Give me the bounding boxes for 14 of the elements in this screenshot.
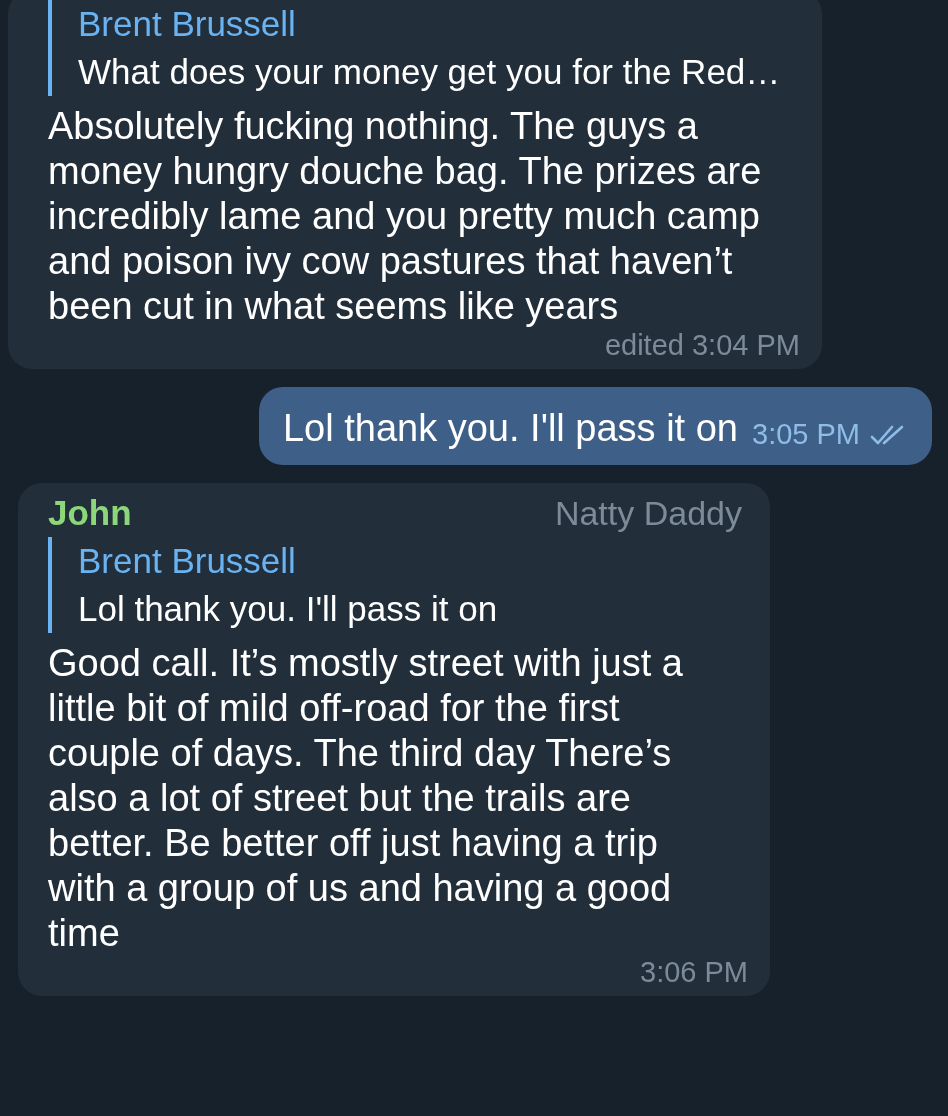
- message-text: Absolutely fucking nothing. The guys a money hungry douche bag. The prizes are incredibly lame and you pretty much camp and poison ivy cow pastures that haven’t been cut in what seems like years: [48, 104, 763, 329]
- reply-quote[interactable]: Brent Brussell Lol thank you. I'll pass it on: [48, 537, 748, 633]
- message-time: 3:05 PM: [752, 418, 860, 451]
- message-time: edited 3:04 PM: [604, 329, 800, 361]
- reply-quote[interactable]: Brent Brussell What does your money get you for the Red…: [48, 0, 800, 96]
- reply-text: Lol thank you. I'll pass it on: [78, 588, 498, 630]
- message-text: Lol thank you. I'll pass it on: [282, 406, 738, 451]
- message-text: Good call. It’s mostly street with just a little bit of mild off-road for the first couple of days. The third day There’s also a lot of street but the trails are better. Be better off just having a trip with a group of us and having a good time: [48, 641, 684, 956]
- message-time: 3:06 PM: [640, 956, 748, 988]
- reply-text: What does your money get you for the Red…: [78, 51, 781, 93]
- sender-name[interactable]: John: [48, 493, 132, 533]
- reply-author: Brent Brussell: [78, 540, 296, 582]
- reply-author: Brent Brussell: [78, 3, 296, 45]
- sender-title: Natty Daddy: [554, 494, 742, 533]
